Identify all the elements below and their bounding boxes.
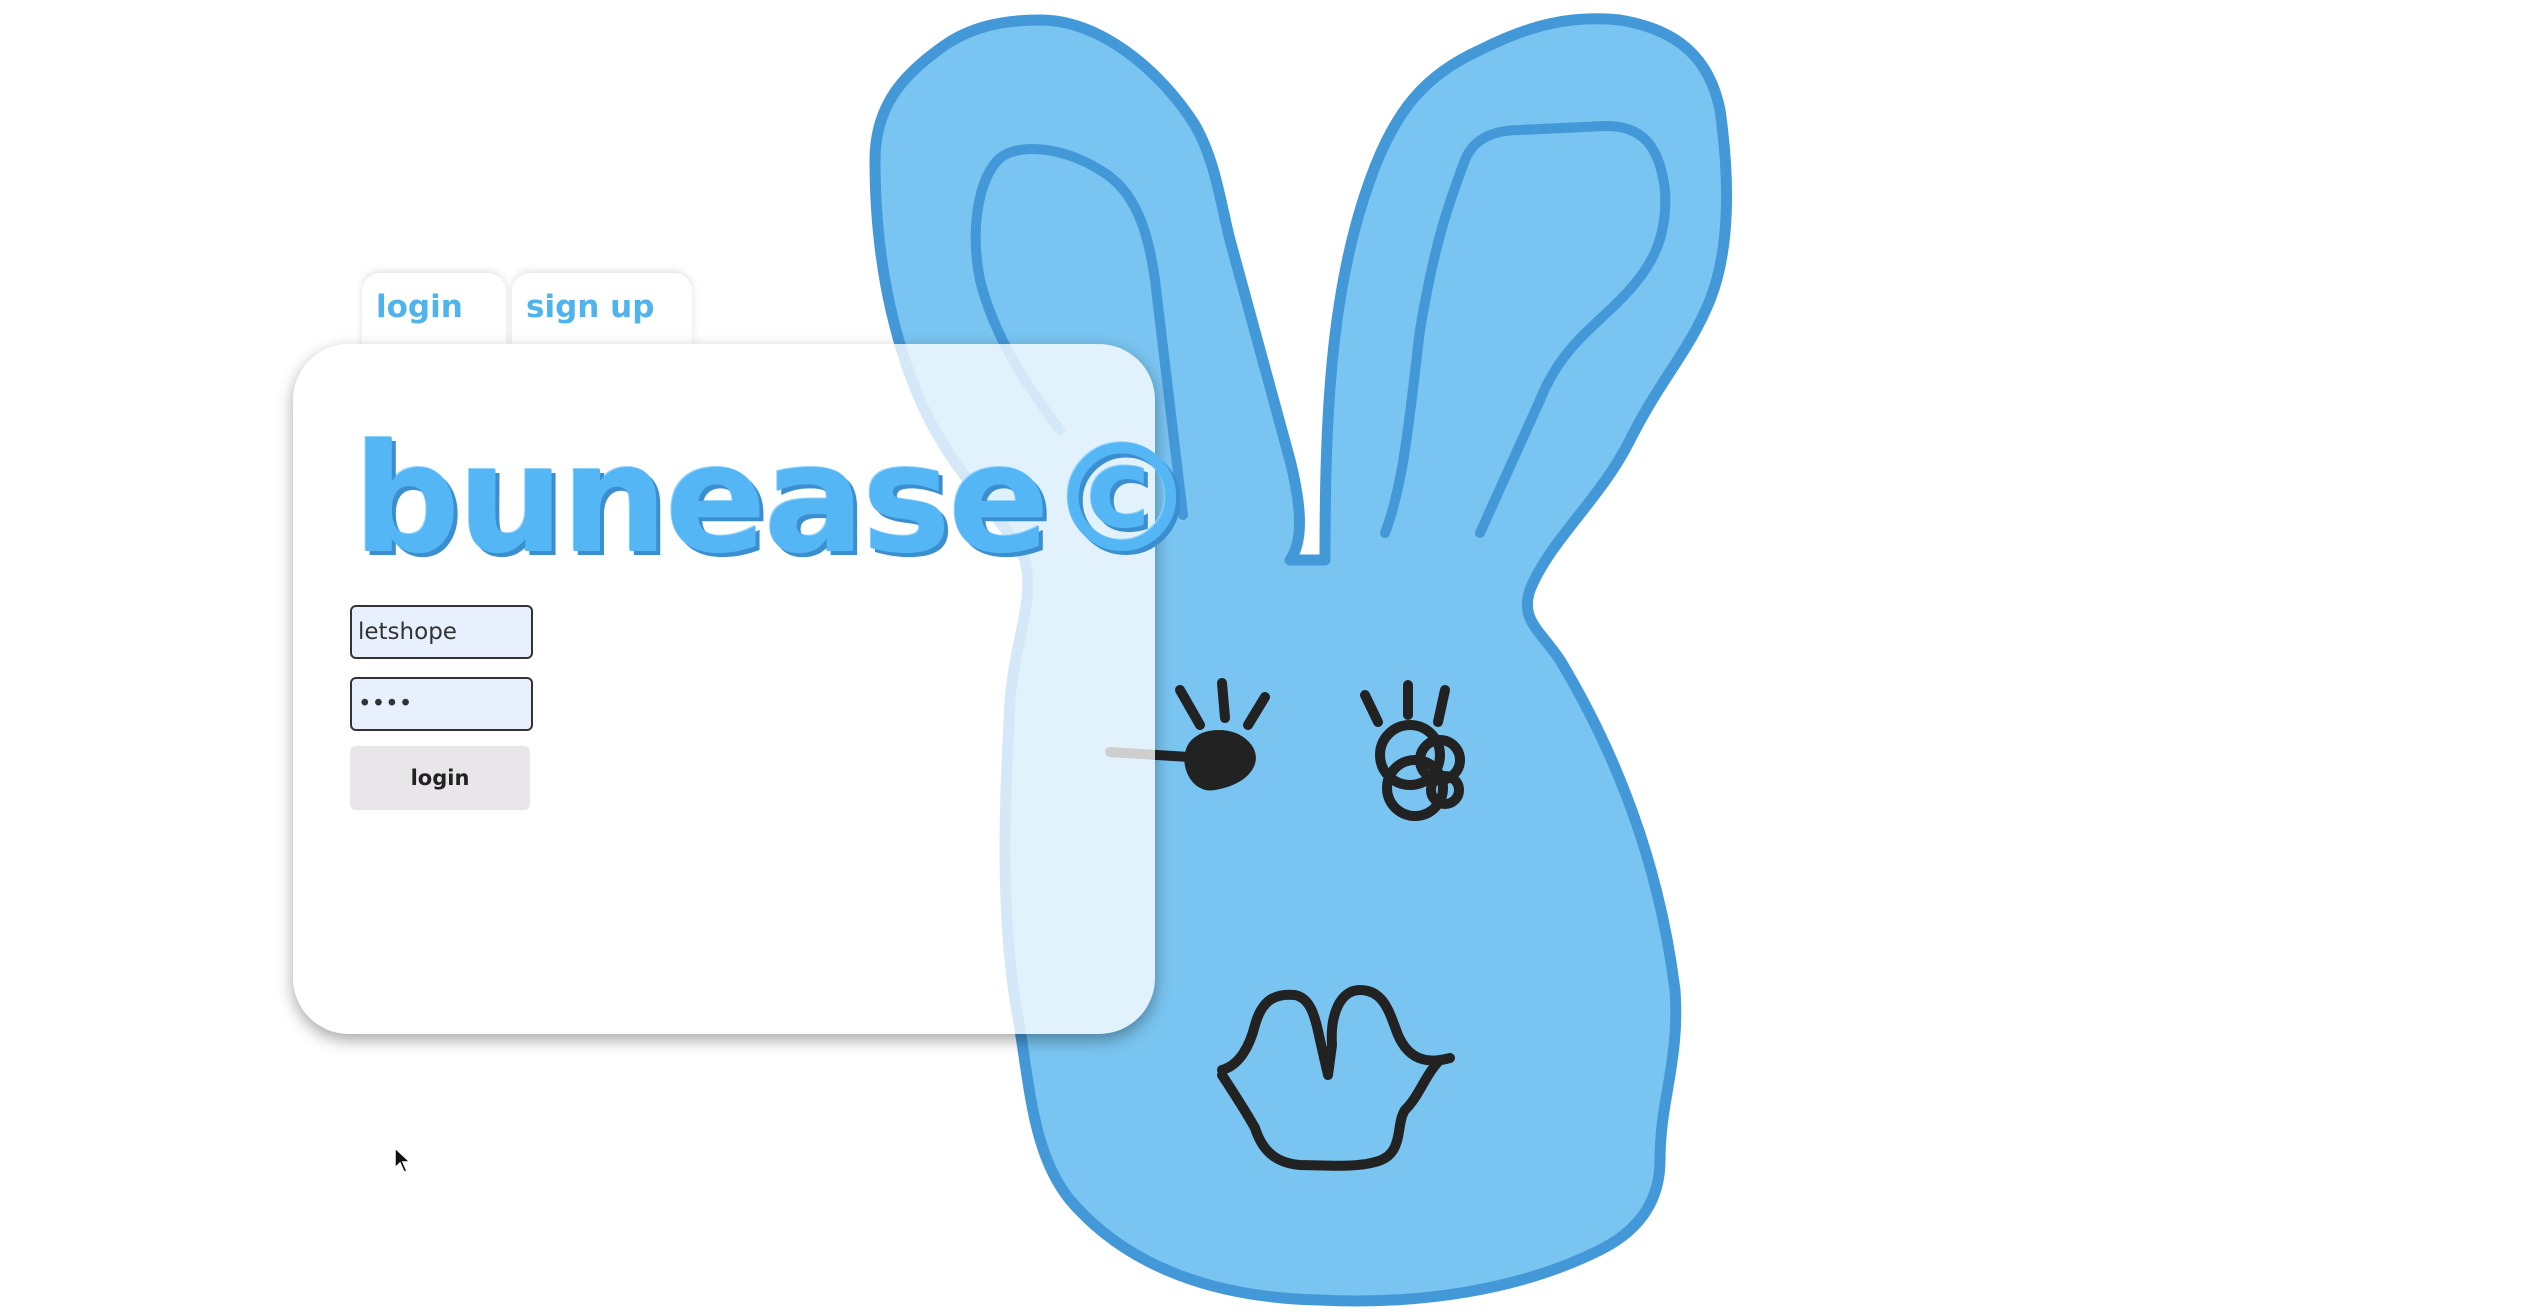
- tab-sign-up[interactable]: sign up: [512, 273, 692, 347]
- tab-login[interactable]: login: [362, 273, 506, 347]
- mouse-pointer-icon: [394, 1146, 412, 1173]
- app-logo: bunease©: [353, 413, 1197, 587]
- username-input[interactable]: [350, 605, 533, 659]
- login-button[interactable]: login: [350, 746, 530, 810]
- login-page: login sign up bunease© login: [0, 0, 2538, 1313]
- password-input[interactable]: [350, 677, 533, 731]
